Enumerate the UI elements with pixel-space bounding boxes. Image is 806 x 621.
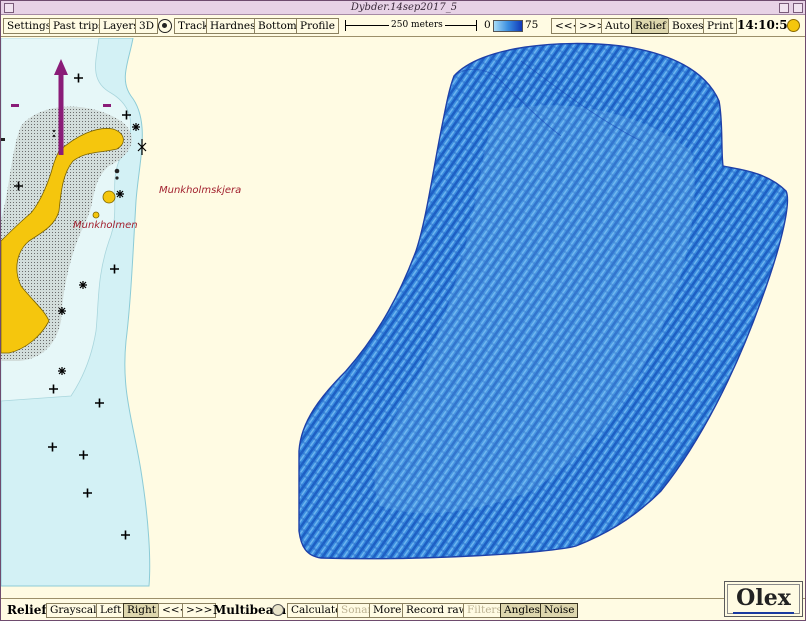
- islet-small: [92, 211, 100, 219]
- boxes-button[interactable]: Boxes: [668, 18, 708, 34]
- relief-section-label: Relief: [7, 603, 47, 617]
- top-toolbar: Settings Past trips Layers 3D Track Hard…: [1, 15, 805, 37]
- map-label-munkholmen: Munkholmen: [73, 220, 138, 231]
- depth-dash: [11, 104, 19, 107]
- logo-underline: [733, 612, 794, 614]
- 3d-button[interactable]: 3D: [135, 18, 159, 34]
- multibeam-status-icon[interactable]: [272, 604, 284, 616]
- nautical-chart[interactable]: [1, 38, 806, 598]
- noise-button[interactable]: Noise: [540, 603, 579, 618]
- depth-max-label: 75: [525, 19, 539, 31]
- print-button[interactable]: Print: [703, 18, 738, 34]
- right-button[interactable]: Right: [123, 603, 160, 618]
- sun-icon[interactable]: [787, 19, 800, 32]
- depth-dash: [103, 104, 111, 107]
- profile-button[interactable]: Profile: [296, 18, 339, 34]
- scale-label: 250 meters: [389, 19, 445, 31]
- bottom-button[interactable]: Bottom: [254, 18, 301, 34]
- record-raw-button[interactable]: Record raw: [402, 603, 472, 618]
- north-arrow-shaft: [58, 71, 64, 155]
- islet: [102, 190, 116, 204]
- depth-color-scale[interactable]: [493, 20, 523, 32]
- depth-dash: [1, 138, 5, 141]
- title-bar: Dybder.14sep2017_5: [1, 1, 805, 15]
- depth-min-label: 0: [484, 19, 491, 31]
- status-next-button[interactable]: >>>: [182, 603, 217, 618]
- settings-button[interactable]: Settings: [3, 18, 56, 34]
- olex-logo: Olex: [724, 581, 803, 617]
- more-button[interactable]: More: [369, 603, 406, 618]
- minimize-button[interactable]: [779, 3, 789, 13]
- window-title: Dybder.14sep2017_5: [350, 2, 458, 13]
- track-compass-icon[interactable]: [158, 19, 172, 33]
- chart-map[interactable]: Munkholmskjera Munkholmen: [1, 38, 806, 598]
- left-button[interactable]: Left: [96, 603, 126, 618]
- relief-button[interactable]: Relief: [631, 18, 670, 34]
- map-label-munkholmskjera: Munkholmskjera: [159, 185, 242, 196]
- logo-text: Olex: [736, 585, 791, 611]
- bottom-toolbar: Relief Grayscale Left Right <<< >>> Mult…: [1, 598, 805, 620]
- angles-button[interactable]: Angles: [500, 603, 545, 618]
- maximize-button[interactable]: [793, 3, 803, 13]
- scale-bar: 250 meters: [345, 19, 477, 32]
- auto-button[interactable]: Auto: [601, 18, 634, 34]
- olex-window: Dybder.14sep2017_5 Settings Past trips L…: [0, 0, 806, 621]
